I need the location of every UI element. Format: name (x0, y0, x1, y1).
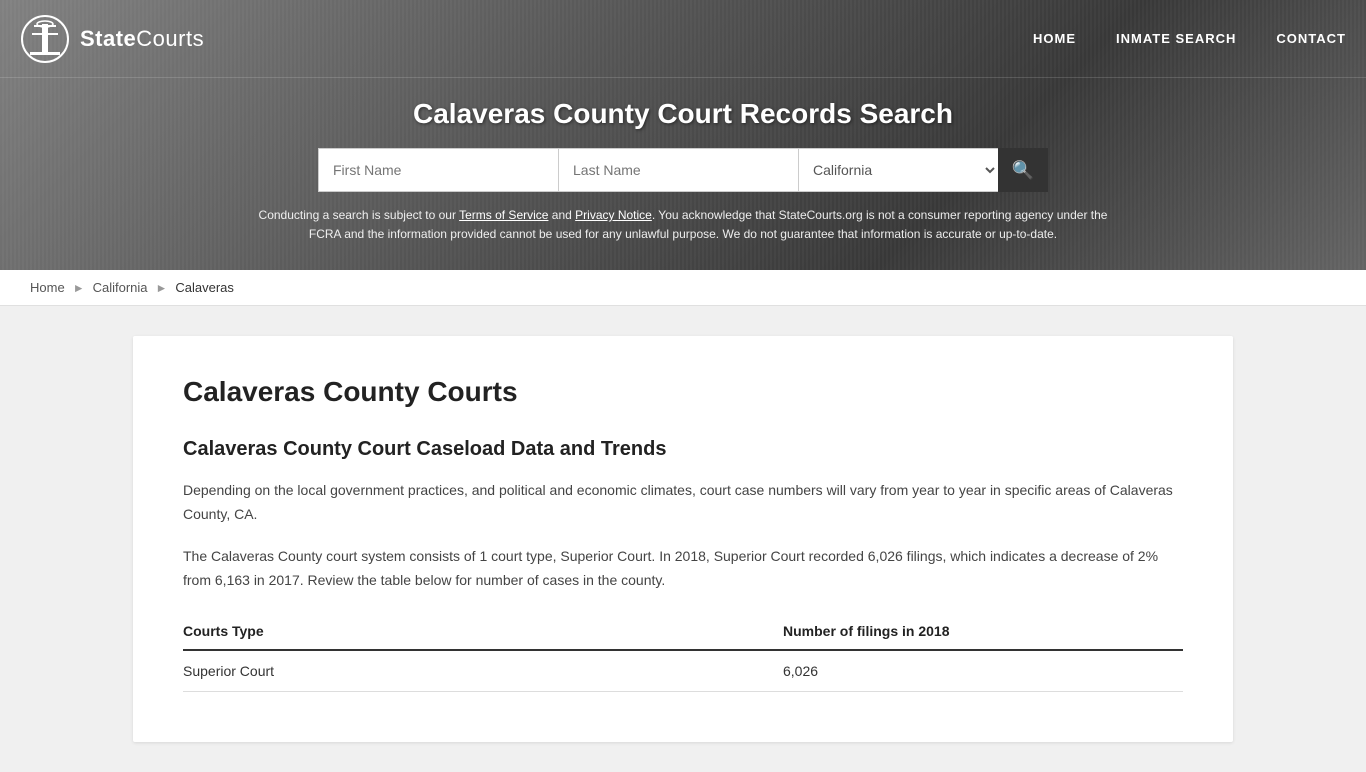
disclaimer-text: Conducting a search is subject to our Te… (233, 206, 1133, 260)
privacy-notice-link[interactable]: Privacy Notice (575, 208, 652, 222)
section-title: Calaveras County Court Caseload Data and… (183, 438, 1183, 461)
logo-icon (20, 14, 70, 64)
breadcrumb-county: Calaveras (175, 280, 234, 295)
breadcrumb-sep-2: ► (156, 281, 168, 295)
nav-contact[interactable]: CONTACT (1276, 31, 1346, 46)
nav-inmate-search[interactable]: INMATE SEARCH (1116, 31, 1236, 46)
county-title: Calaveras County Courts (183, 376, 1183, 408)
search-icon: 🔍 (1012, 160, 1034, 181)
table-row: Superior Court6,026 (183, 650, 1183, 692)
first-name-input[interactable] (318, 148, 558, 192)
breadcrumb-home[interactable]: Home (30, 280, 65, 295)
content-card: Calaveras County Courts Calaveras County… (133, 336, 1233, 741)
nav-home[interactable]: HOME (1033, 31, 1076, 46)
site-logo[interactable]: StateCourts (20, 14, 204, 64)
body-text-2: The Calaveras County court system consis… (183, 545, 1183, 593)
table-header-filings: Number of filings in 2018 (783, 613, 1183, 650)
top-navigation: StateCourts HOME INMATE SEARCH CONTACT (0, 0, 1366, 78)
terms-of-service-link[interactable]: Terms of Service (459, 208, 548, 222)
search-section: Calaveras County Court Records Search Se… (0, 78, 1366, 270)
nav-links: HOME INMATE SEARCH CONTACT (1033, 31, 1346, 46)
breadcrumb: Home ► California ► Calaveras (0, 270, 1366, 306)
table-cell-filings: 6,026 (783, 650, 1183, 692)
state-select[interactable]: Select State Alabama Alaska Arizona Arka… (798, 148, 998, 192)
header-content: StateCourts HOME INMATE SEARCH CONTACT C… (0, 0, 1366, 270)
search-bar: Select State Alabama Alaska Arizona Arka… (283, 148, 1083, 192)
breadcrumb-sep-1: ► (73, 281, 85, 295)
logo-text: StateCourts (80, 26, 204, 52)
table-cell-type: Superior Court (183, 650, 783, 692)
breadcrumb-state[interactable]: California (93, 280, 148, 295)
search-button[interactable]: 🔍 (998, 148, 1048, 192)
page-title: Calaveras County Court Records Search (20, 98, 1346, 130)
body-text-1: Depending on the local government practi… (183, 479, 1183, 527)
filings-table: Courts Type Number of filings in 2018 Su… (183, 613, 1183, 692)
last-name-input[interactable] (558, 148, 798, 192)
main-content: Calaveras County Courts Calaveras County… (93, 336, 1273, 741)
site-header: StateCourts HOME INMATE SEARCH CONTACT C… (0, 0, 1366, 270)
table-header-type: Courts Type (183, 613, 783, 650)
